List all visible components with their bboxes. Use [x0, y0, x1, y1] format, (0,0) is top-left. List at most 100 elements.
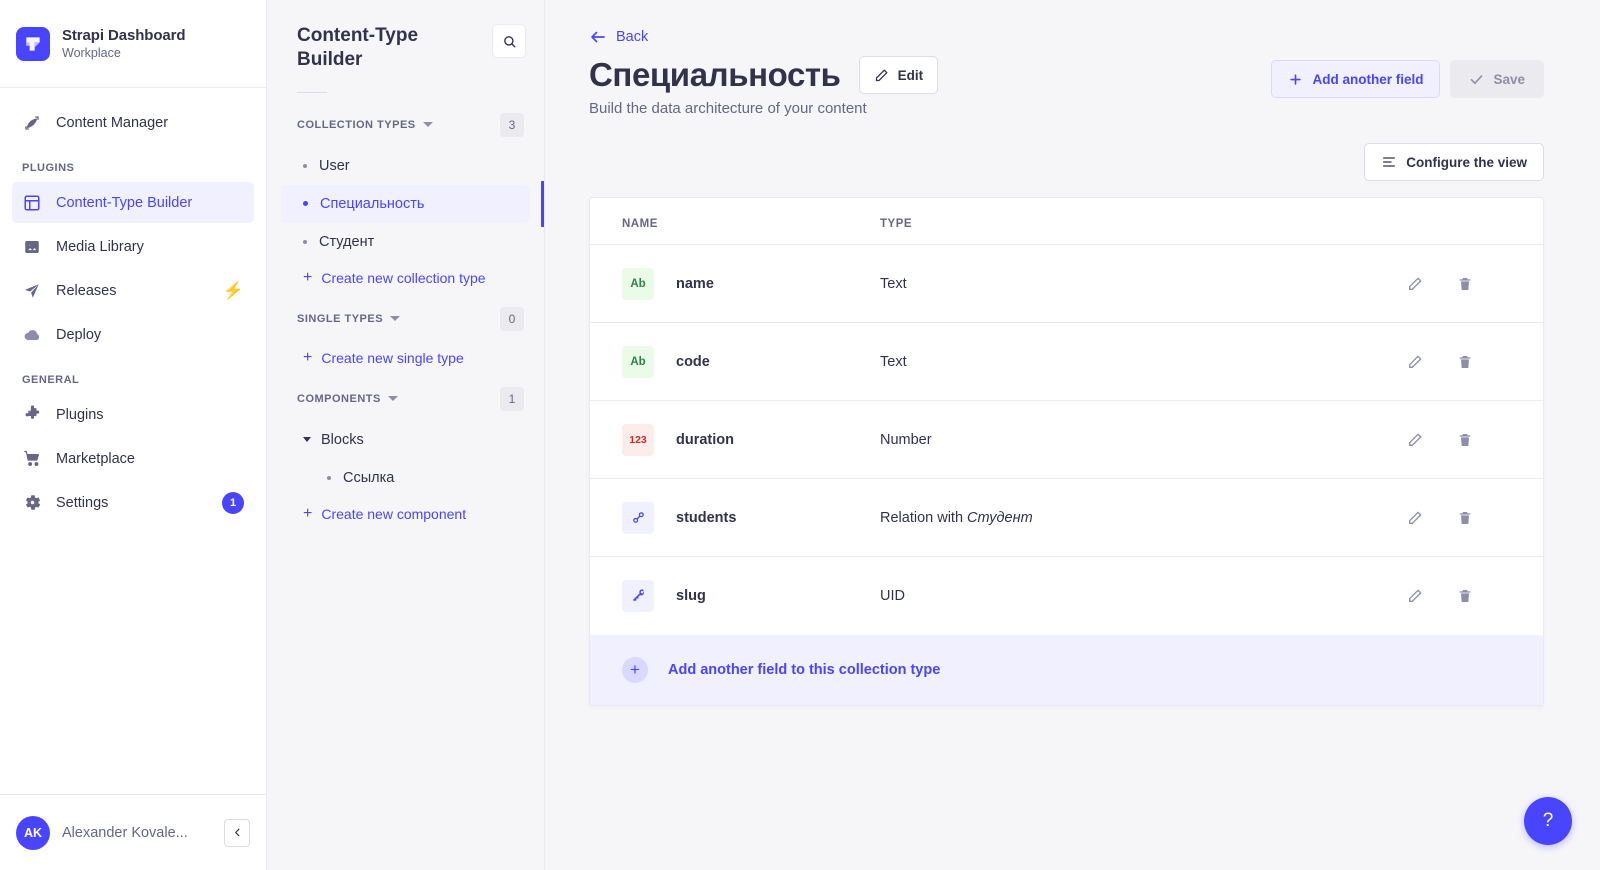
subnav-body: COLLECTION TYPES 3 User Специальность Ст…	[267, 93, 544, 870]
collection-type-label: Специальность	[320, 195, 425, 212]
avatar[interactable]: AK	[16, 815, 50, 850]
field-type-target: Студент	[967, 509, 1033, 526]
content-type-builder-subnav: Content-Type Builder COLLECTION TYPES 3 …	[267, 0, 545, 870]
settings-badge: 1	[222, 491, 244, 514]
create-link-label: Create new single type	[321, 349, 464, 366]
sidebar-item-content-manager[interactable]: Content Manager	[12, 102, 254, 143]
sidebar-item-content-type-builder[interactable]: Content-Type Builder	[12, 182, 254, 223]
sidebar-item-label: Media Library	[56, 238, 144, 255]
table-row[interactable]: Ab name Text	[590, 244, 1543, 323]
search-button[interactable]	[492, 24, 526, 58]
edit-button[interactable]: Edit	[858, 56, 939, 94]
table-row[interactable]: 123 duration Number	[590, 400, 1543, 479]
add-another-field-button[interactable]: Add another field	[1271, 60, 1441, 98]
relation-type-icon	[622, 501, 654, 534]
chevron-left-icon	[234, 828, 239, 837]
group-label: COMPONENTS	[297, 392, 381, 405]
delete-field-button[interactable]	[1455, 508, 1475, 528]
table-row[interactable]: students Relation with Студент	[590, 478, 1543, 557]
field-name: slug	[676, 587, 706, 604]
collection-type-label: Студент	[319, 233, 375, 250]
paper-plane-icon	[22, 281, 42, 301]
table-row[interactable]: slug UID	[590, 557, 1543, 635]
header-actions: Add another field Save	[1271, 56, 1544, 98]
add-another-field-to-collection-bar[interactable]: + Add another field to this collection t…	[590, 634, 1543, 705]
create-new-component-link[interactable]: + Create new component	[281, 497, 530, 531]
field-name: duration	[676, 431, 734, 448]
edit-field-button[interactable]	[1405, 274, 1425, 294]
plus-icon: +	[303, 504, 313, 522]
field-type: Number	[880, 431, 932, 448]
plus-icon: +	[303, 268, 313, 286]
pencil-icon	[1409, 277, 1422, 290]
edit-field-button[interactable]	[1405, 430, 1425, 450]
field-name: name	[676, 275, 714, 292]
edit-field-button[interactable]	[1405, 352, 1425, 372]
delete-field-button[interactable]	[1455, 586, 1475, 606]
collection-type-item-specialnost[interactable]: Специальность	[281, 180, 544, 227]
component-group-blocks[interactable]: Blocks	[281, 421, 530, 459]
back-link[interactable]: Back	[589, 28, 648, 46]
group-header-single-types[interactable]: SINGLE TYPES 0	[281, 295, 530, 341]
trash-icon	[1459, 511, 1471, 524]
configure-row: Configure the view	[545, 117, 1600, 181]
collection-type-item-user[interactable]: User	[281, 147, 530, 185]
arrow-left-icon	[591, 31, 605, 43]
create-new-single-type-link[interactable]: + Create new single type	[281, 341, 530, 375]
add-another-field-to-collection-label: Add another field to this collection typ…	[668, 661, 941, 678]
subnav-header: Content-Type Builder	[267, 0, 544, 72]
fields-card-wrapper: NAME TYPE Ab name Text Ab code Text 123 …	[545, 181, 1600, 706]
bullet-icon	[303, 163, 307, 168]
help-button[interactable]: ?	[1524, 797, 1572, 845]
sidebar-item-releases[interactable]: Releases ⚡	[12, 270, 254, 311]
collection-type-item-student[interactable]: Студент	[281, 223, 530, 261]
main-header: Back Специальность Edit Build the data a…	[545, 0, 1600, 117]
check-icon	[1471, 74, 1483, 84]
text-type-icon: Ab	[622, 267, 654, 300]
configure-the-view-button[interactable]: Configure the view	[1364, 143, 1544, 181]
sidebar-item-deploy[interactable]: Deploy	[12, 314, 254, 355]
delete-field-button[interactable]	[1455, 274, 1475, 294]
field-name: code	[676, 353, 710, 370]
group-header-collection-types[interactable]: COLLECTION TYPES 3	[281, 101, 530, 147]
trash-icon	[1459, 433, 1471, 446]
back-label: Back	[616, 29, 649, 45]
edit-field-button[interactable]	[1405, 508, 1425, 528]
group-header-components[interactable]: COMPONENTS 1	[281, 375, 530, 421]
sidebar-item-settings[interactable]: Settings 1	[12, 482, 254, 523]
search-icon	[503, 35, 515, 47]
fields-card: NAME TYPE Ab name Text Ab code Text 123 …	[589, 197, 1544, 706]
sidebar-item-label: Content Manager	[56, 114, 169, 131]
delete-field-button[interactable]	[1455, 352, 1475, 372]
save-button[interactable]: Save	[1450, 60, 1544, 98]
table-row[interactable]: Ab code Text	[590, 322, 1543, 401]
page-title: Специальность	[589, 55, 841, 93]
create-link-label: Create new collection type	[321, 269, 486, 286]
create-new-collection-type-link[interactable]: + Create new collection type	[281, 261, 530, 295]
delete-field-button[interactable]	[1455, 430, 1475, 450]
field-name: students	[676, 509, 737, 526]
sidebar-collapse-button[interactable]	[224, 818, 250, 847]
component-label: Ссылка	[343, 469, 395, 486]
bullet-icon	[327, 475, 331, 480]
app-root: Strapi Dashboard Workplace Content Manag…	[0, 0, 1600, 870]
sidebar-item-marketplace[interactable]: Marketplace	[12, 438, 254, 479]
pencil-icon	[1409, 589, 1422, 602]
strapi-logo-icon	[16, 26, 50, 61]
brand-header[interactable]: Strapi Dashboard Workplace	[0, 0, 266, 88]
trash-icon	[1459, 277, 1471, 290]
bullet-icon	[303, 239, 307, 244]
edit-field-button[interactable]	[1405, 586, 1425, 606]
sidebar-item-media-library[interactable]: Media Library	[12, 226, 254, 267]
chevron-down-icon	[303, 437, 311, 442]
trash-icon	[1459, 355, 1471, 368]
field-type: UID	[880, 587, 905, 604]
sidebar-item-plugins[interactable]: Plugins	[12, 394, 254, 435]
field-type-prefix: Relation with	[880, 509, 968, 526]
sidebar-item-label: Content-Type Builder	[56, 194, 193, 211]
cloud-icon	[22, 325, 42, 345]
component-item-ssylka[interactable]: Ссылка	[281, 459, 530, 497]
sidebar-item-label: Settings	[56, 494, 109, 511]
question-mark-icon: ?	[1542, 810, 1554, 831]
pencil-icon	[1409, 511, 1422, 524]
